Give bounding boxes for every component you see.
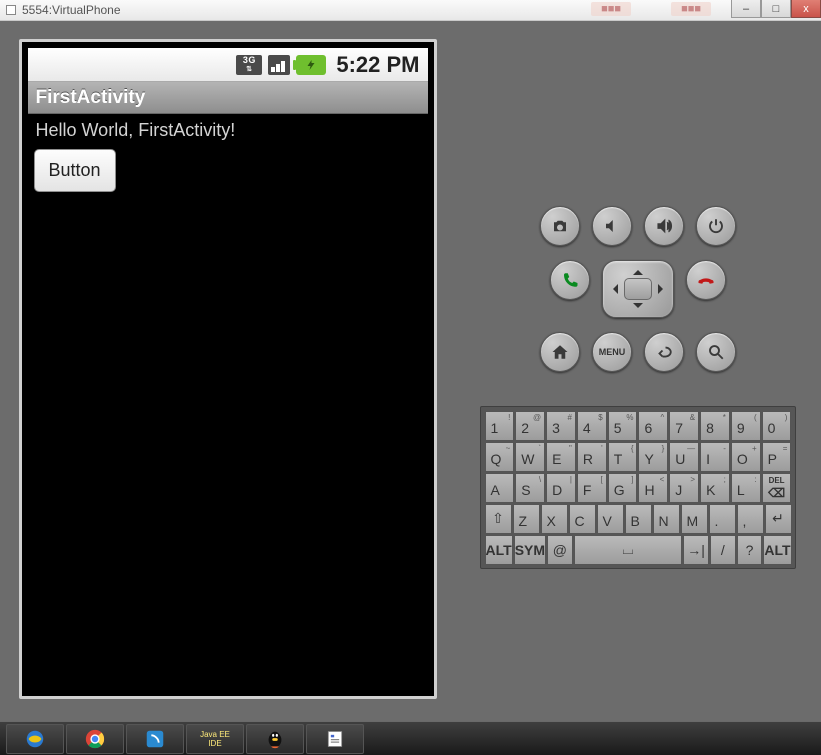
key-c[interactable]: C: [569, 504, 596, 534]
key-f[interactable]: F[: [577, 473, 607, 503]
key-r[interactable]: R': [577, 442, 607, 472]
key-v[interactable]: V: [597, 504, 624, 534]
volume-up-button[interactable]: [644, 206, 684, 246]
key-,[interactable]: ,: [737, 504, 764, 534]
key-9[interactable]: 9(: [731, 411, 761, 441]
key-3[interactable]: 3#: [546, 411, 576, 441]
key-enter[interactable]: ↵: [765, 504, 792, 534]
phone-screen[interactable]: 3G⇅ 5:22 PM FirstActivity Hello World, F…: [28, 48, 428, 690]
taskbar-app3-icon[interactable]: [126, 724, 184, 754]
key-8[interactable]: 8*: [700, 411, 730, 441]
key-k[interactable]: K;: [700, 473, 730, 503]
key-4[interactable]: 4$: [577, 411, 607, 441]
key-7[interactable]: 7&: [669, 411, 699, 441]
back-button[interactable]: [644, 332, 684, 372]
emulator-body: 3G⇅ 5:22 PM FirstActivity Hello World, F…: [0, 21, 821, 721]
dpad-right[interactable]: [658, 284, 668, 294]
key-n[interactable]: N: [653, 504, 680, 534]
key-x[interactable]: X: [541, 504, 568, 534]
key-y[interactable]: Y}: [638, 442, 668, 472]
dpad: [602, 260, 674, 318]
taskbar-document-icon[interactable]: [306, 724, 364, 754]
status-clock: 5:22 PM: [336, 52, 419, 78]
key-j[interactable]: J>: [669, 473, 699, 503]
status-bar: 3G⇅ 5:22 PM: [28, 48, 428, 82]
app-title-bar: FirstActivity: [28, 82, 428, 114]
key-del[interactable]: DEL⌫: [762, 473, 792, 503]
volume-down-button[interactable]: [592, 206, 632, 246]
app-button[interactable]: Button: [34, 149, 116, 192]
key-d[interactable]: D|: [546, 473, 576, 503]
key-i[interactable]: I-: [700, 442, 730, 472]
search-button[interactable]: [696, 332, 736, 372]
key-2[interactable]: 2@: [515, 411, 545, 441]
hello-world-text: Hello World, FirstActivity!: [36, 120, 422, 141]
key-z[interactable]: Z: [513, 504, 540, 534]
phone-panel: 3G⇅ 5:22 PM FirstActivity Hello World, F…: [0, 21, 455, 721]
dpad-center[interactable]: [624, 278, 652, 300]
dpad-left[interactable]: [608, 284, 618, 294]
camera-button[interactable]: [540, 206, 580, 246]
key-6[interactable]: 6^: [638, 411, 668, 441]
key-w[interactable]: W`: [515, 442, 545, 472]
key-q[interactable]: Q~: [485, 442, 515, 472]
key-space[interactable]: ⌴: [574, 535, 683, 565]
key-right[interactable]: →|: [683, 535, 709, 565]
key-p[interactable]: P=: [762, 442, 792, 472]
taskbar-qq-icon[interactable]: [246, 724, 304, 754]
key-?[interactable]: ?: [737, 535, 763, 565]
signal-strength-icon: [268, 55, 290, 75]
key-alt[interactable]: ALT: [485, 535, 513, 565]
key-u[interactable]: U—: [669, 442, 699, 472]
key-b[interactable]: B: [625, 504, 652, 534]
power-button[interactable]: [696, 206, 736, 246]
background-window-tabs: ■■■■■■: [591, 2, 711, 16]
key-alt[interactable]: ALT: [763, 535, 791, 565]
key-sym[interactable]: SYM: [514, 535, 546, 565]
key-h[interactable]: H<: [638, 473, 668, 503]
window-controls: – □ x: [731, 0, 821, 18]
battery-charging-icon: [296, 55, 326, 75]
taskbar-javaee-ide-icon[interactable]: Java EEIDE: [186, 724, 244, 754]
key-o[interactable]: O+: [731, 442, 761, 472]
key-l[interactable]: L:: [731, 473, 761, 503]
taskbar-chrome-icon[interactable]: [66, 724, 124, 754]
key-e[interactable]: E": [546, 442, 576, 472]
key-/[interactable]: /: [710, 535, 736, 565]
network-3g-icon: 3G⇅: [236, 55, 262, 75]
dpad-down[interactable]: [633, 303, 643, 313]
key-s[interactable]: S\: [515, 473, 545, 503]
emulator-control-panel: MENU 1!2@3#4$5%6^7&8*9(0) Q~W`E"R'T{Y}U—…: [455, 21, 821, 721]
menu-button[interactable]: MENU: [592, 332, 632, 372]
window-close-button[interactable]: x: [791, 0, 821, 18]
key-g[interactable]: G]: [608, 473, 638, 503]
home-button[interactable]: [540, 332, 580, 372]
key-t[interactable]: T{: [608, 442, 638, 472]
key-.[interactable]: .: [709, 504, 736, 534]
key-m[interactable]: M: [681, 504, 708, 534]
windows-taskbar: Java EEIDE: [0, 721, 821, 755]
dpad-up[interactable]: [633, 265, 643, 275]
hardware-keyboard: 1!2@3#4$5%6^7&8*9(0) Q~W`E"R'T{Y}U—I-O+P…: [480, 406, 796, 569]
window-maximize-button[interactable]: □: [761, 0, 791, 18]
key-@[interactable]: @: [547, 535, 573, 565]
end-call-button[interactable]: [686, 260, 726, 300]
hardware-buttons: MENU: [498, 206, 778, 386]
key-0[interactable]: 0): [762, 411, 792, 441]
key-a[interactable]: A: [485, 473, 515, 503]
phone-frame: 3G⇅ 5:22 PM FirstActivity Hello World, F…: [19, 39, 437, 699]
key-5[interactable]: 5%: [608, 411, 638, 441]
app-content: Hello World, FirstActivity! Button: [28, 114, 428, 196]
key-shift[interactable]: ⇧: [485, 504, 512, 534]
emulator-app-icon: [6, 5, 16, 15]
emulator-window-title: 5554:VirtualPhone: [22, 3, 121, 17]
app-title: FirstActivity: [36, 87, 146, 109]
call-button[interactable]: [550, 260, 590, 300]
emulator-titlebar: 5554:VirtualPhone ■■■■■■ – □ x: [0, 0, 821, 21]
window-minimize-button[interactable]: –: [731, 0, 761, 18]
taskbar-ie-icon[interactable]: [6, 724, 64, 754]
key-1[interactable]: 1!: [485, 411, 515, 441]
